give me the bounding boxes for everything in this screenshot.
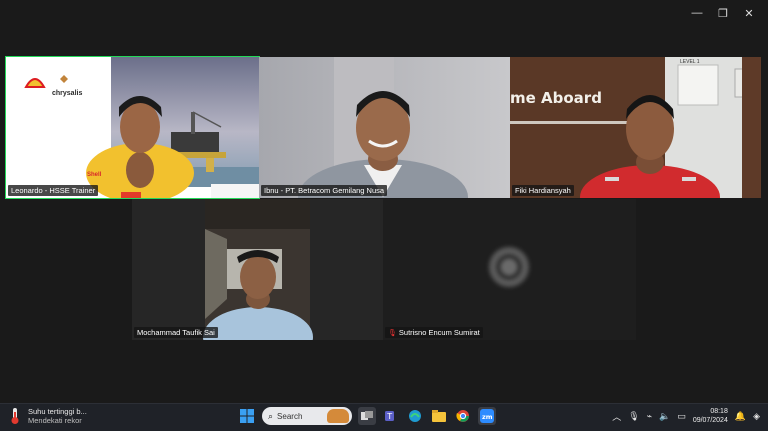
notification-bell-icon[interactable]: 🔔 xyxy=(735,411,746,422)
shirt-logo-text: Shell xyxy=(87,172,102,178)
search-label: Search xyxy=(277,411,303,421)
brand-text: chrysalis xyxy=(52,90,83,97)
network-icon[interactable]: ⌁ xyxy=(647,411,652,422)
file-explorer-icon[interactable] xyxy=(430,407,448,425)
battery-icon[interactable]: ▭ xyxy=(677,411,686,422)
edge-browser-icon[interactable] xyxy=(406,407,424,425)
wall-sign-text: me Aboard xyxy=(510,89,602,107)
video-tile-mochammad[interactable]: Mochammad Taufik Sai xyxy=(132,199,383,340)
svg-text:zm: zm xyxy=(482,413,493,421)
volume-icon[interactable]: 🔈 xyxy=(659,411,670,422)
teams-icon[interactable]: T xyxy=(382,407,400,425)
chrome-browser-icon[interactable] xyxy=(454,407,472,425)
mic-muted-icon: 🎙 xyxy=(388,329,397,337)
video-tile-ibnu[interactable]: Ibnu - PT. Betracom Gemilang Nusa xyxy=(259,57,510,198)
weather-title: Suhu tertinggi b... xyxy=(28,407,87,416)
windows-start-icon[interactable] xyxy=(238,407,256,425)
door-plate-text: LEVEL 1 xyxy=(680,59,700,65)
thermometer-icon xyxy=(8,407,22,425)
video-tile-leonardo[interactable]: chrysalis Shell Leonardo - HSSE Trainer xyxy=(5,56,260,199)
weather-subtitle: Mendekati rekor xyxy=(28,416,82,425)
tile-mochammad-scene xyxy=(132,199,383,340)
window-controls: — ❐ ✕ xyxy=(684,4,762,22)
participant-name-tag: Fiki Hardiansyah xyxy=(512,185,574,196)
participant-name-tag: Leonardo - HSSE Trainer xyxy=(8,185,99,196)
weather-widget[interactable]: Suhu tertinggi b... Mendekati rekor xyxy=(8,407,87,425)
search-highlight-icon xyxy=(327,409,349,423)
minimize-button[interactable]: — xyxy=(684,4,710,22)
taskbar-apps: ⌕ Search T zm xyxy=(238,407,496,425)
participant-name: Leonardo - HSSE Trainer xyxy=(11,186,96,195)
microphone-icon[interactable]: 🎙 xyxy=(628,411,639,422)
tile-fiki-scene xyxy=(510,57,761,198)
tile-ibnu-scene xyxy=(259,57,510,198)
tile-leonardo-scene xyxy=(6,57,259,198)
participant-name: Sutrisno Encum Sumirat xyxy=(398,328,480,337)
clock-time: 08:18 xyxy=(710,408,728,415)
video-tile-sutrisno[interactable]: 🎙 Sutrisno Encum Sumirat xyxy=(383,199,636,340)
close-button[interactable]: ✕ xyxy=(736,4,762,22)
video-tile-fiki[interactable]: me Aboard LEVEL 1 Fiki Hardiansyah xyxy=(510,57,761,198)
participant-name-tag: Mochammad Taufik Sai xyxy=(134,327,218,338)
svg-text:T: T xyxy=(386,412,392,421)
task-view-icon[interactable] xyxy=(358,407,376,425)
clock[interactable]: 08:18 09/07/2024 xyxy=(693,407,728,425)
system-tray: ︿ 🎙 ⌁ 🔈 ▭ 08:18 09/07/2024 🔔 ◈ xyxy=(612,407,760,425)
search-icon: ⌕ xyxy=(268,410,274,421)
camera-off-icon xyxy=(489,247,529,287)
participant-name: Mochammad Taufik Sai xyxy=(137,328,215,337)
taskbar-search[interactable]: ⌕ Search xyxy=(262,407,352,425)
restore-button[interactable]: ❐ xyxy=(710,4,736,22)
copilot-icon[interactable]: ◈ xyxy=(753,411,760,422)
clock-date: 09/07/2024 xyxy=(692,417,728,424)
taskbar: Suhu tertinggi b... Mendekati rekor ⌕ Se… xyxy=(0,403,768,431)
participant-name: Ibnu - PT. Betracom Gemilang Nusa xyxy=(264,186,385,195)
zoom-app-icon[interactable]: zm xyxy=(478,407,496,425)
chevron-up-icon[interactable]: ︿ xyxy=(612,410,621,423)
participant-name-tag: 🎙 Sutrisno Encum Sumirat xyxy=(385,327,483,338)
participant-name-tag: Ibnu - PT. Betracom Gemilang Nusa xyxy=(261,185,388,196)
participant-name: Fiki Hardiansyah xyxy=(515,186,571,195)
